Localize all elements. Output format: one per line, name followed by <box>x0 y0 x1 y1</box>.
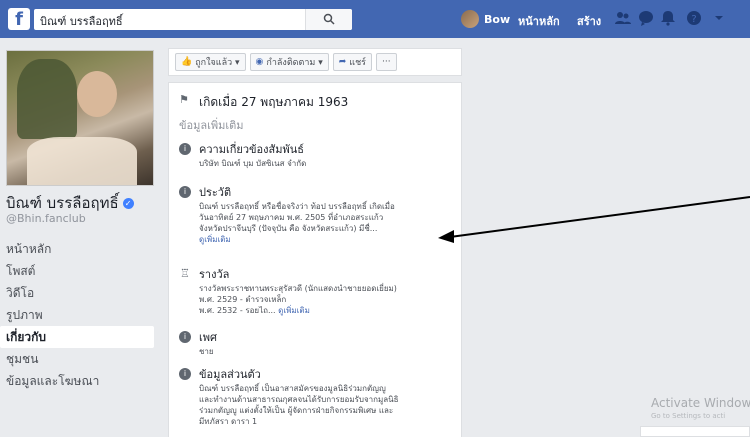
chat-bar[interactable] <box>640 426 750 437</box>
activation-watermark: Activate Window <box>651 396 750 410</box>
activation-watermark-subtext: Go to Settings to acti <box>651 412 726 420</box>
annotation-arrow <box>438 196 750 243</box>
